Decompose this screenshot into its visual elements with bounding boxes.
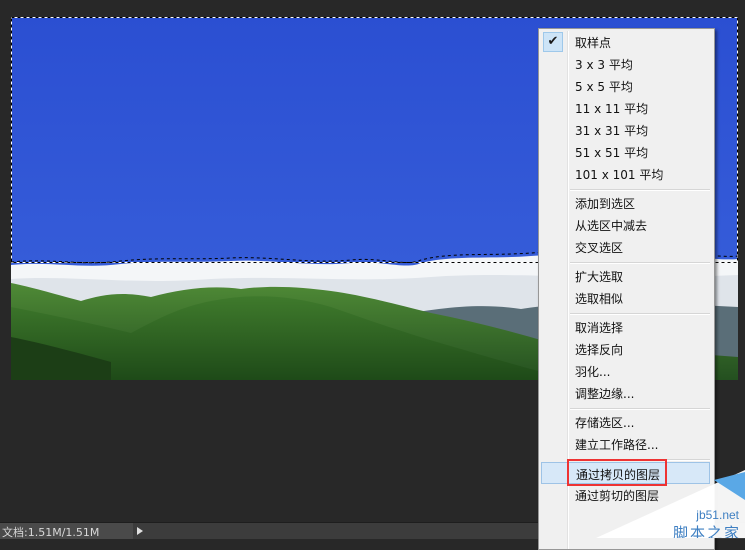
checkmark-icon: ✔ — [543, 32, 563, 52]
context-menu: ✔ 取样点 3 x 3 平均 5 x 5 平均 11 x 11 平均 31 x … — [538, 28, 715, 550]
menu-item-similar[interactable]: 选取相似 — [541, 287, 710, 309]
menu-item-3x3-average[interactable]: 3 x 3 平均 — [541, 53, 710, 75]
menu-item-label: 31 x 31 平均 — [575, 124, 649, 138]
menu-item-feather[interactable]: 羽化... — [541, 360, 710, 382]
menu-item-label: 取样点 — [575, 36, 612, 50]
menu-separator — [570, 262, 710, 264]
menu-item-sample-point[interactable]: ✔ 取样点 — [541, 31, 710, 53]
menu-item-label: 3 x 3 平均 — [575, 58, 633, 72]
menu-separator — [570, 459, 710, 461]
menu-item-label: 从选区中减去 — [575, 219, 648, 233]
menu-item-label: 调整边缘... — [575, 387, 635, 401]
menu-item-layer-via-cut[interactable]: 通过剪切的图层 — [541, 484, 710, 506]
menu-item-31x31-average[interactable]: 31 x 31 平均 — [541, 119, 710, 141]
menu-item-save-selection[interactable]: 存储选区... — [541, 411, 710, 433]
menu-item-label: 通过拷贝的图层 — [576, 468, 661, 482]
menu-item-label: 11 x 11 平均 — [575, 102, 649, 116]
menu-item-label: 存储选区... — [575, 416, 635, 430]
menu-separator — [570, 189, 710, 191]
menu-item-label: 选择反向 — [575, 343, 624, 357]
menu-item-label: 通过剪切的图层 — [575, 489, 660, 503]
menu-item-label: 51 x 51 平均 — [575, 146, 649, 160]
menu-item-grow[interactable]: 扩大选取 — [541, 265, 710, 287]
menu-item-make-work-path[interactable]: 建立工作路径... — [541, 433, 710, 455]
menu-item-51x51-average[interactable]: 51 x 51 平均 — [541, 141, 710, 163]
menu-item-select-inverse[interactable]: 选择反向 — [541, 338, 710, 360]
status-doc-box: 文档:1.51M/1.51M — [0, 523, 133, 539]
menu-item-label: 取消选择 — [575, 321, 624, 335]
menu-item-label: 添加到选区 — [575, 197, 636, 211]
menu-item-label: 建立工作路径... — [575, 438, 659, 452]
menu-item-label: 交叉选区 — [575, 241, 624, 255]
menu-item-101x101-average[interactable]: 101 x 101 平均 — [541, 163, 710, 185]
menu-item-5x5-average[interactable]: 5 x 5 平均 — [541, 75, 710, 97]
status-menu-arrow-icon[interactable] — [137, 527, 143, 535]
menu-separator — [570, 408, 710, 410]
menu-item-label: 扩大选取 — [575, 270, 624, 284]
menu-item-11x11-average[interactable]: 11 x 11 平均 — [541, 97, 710, 119]
menu-item-label: 选取相似 — [575, 292, 624, 306]
menu-item-label: 101 x 101 平均 — [575, 168, 664, 182]
menu-item-layer-via-copy[interactable]: 通过拷贝的图层 — [541, 462, 710, 484]
menu-separator — [570, 313, 710, 315]
menu-item-label: 羽化... — [575, 365, 611, 379]
menu-item-refine-edge[interactable]: 调整边缘... — [541, 382, 710, 404]
menu-item-add-to-selection[interactable]: 添加到选区 — [541, 192, 710, 214]
menu-item-intersect-selection[interactable]: 交叉选区 — [541, 236, 710, 258]
menu-item-deselect[interactable]: 取消选择 — [541, 316, 710, 338]
menu-item-label: 5 x 5 平均 — [575, 80, 633, 94]
menu-item-subtract-from-selection[interactable]: 从选区中减去 — [541, 214, 710, 236]
